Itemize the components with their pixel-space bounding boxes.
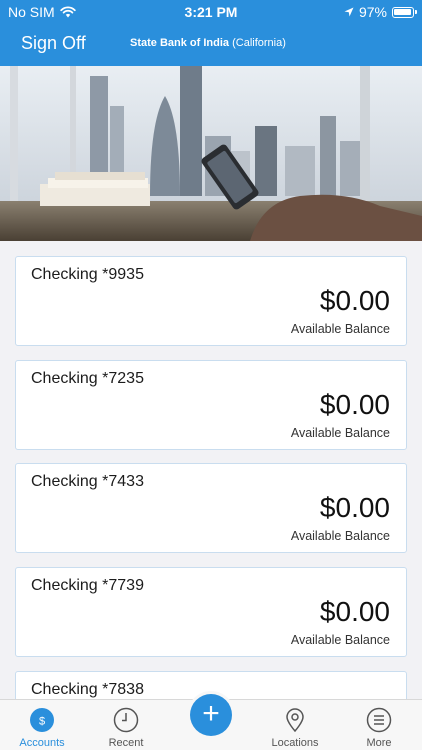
plus-icon: + — [202, 697, 220, 730]
account-card[interactable]: Checking *7739 $0.00 Available Balance — [15, 567, 407, 657]
balance-label: Available Balance — [290, 322, 390, 336]
status-right-group: 97% — [344, 4, 417, 20]
nav-bar: Sign Off State Bank of India (California… — [0, 30, 422, 60]
tab-locations[interactable]: Locations — [253, 700, 337, 750]
battery-percent: 97% — [358, 4, 387, 20]
hero-image — [0, 66, 422, 241]
account-name: Checking *9935 — [31, 266, 144, 283]
bank-region: (California) — [232, 37, 286, 49]
svg-text:$: $ — [39, 716, 45, 728]
account-name: Checking *7739 — [31, 577, 144, 594]
tab-label: More — [366, 737, 392, 749]
add-button[interactable]: + — [190, 694, 232, 736]
account-balance: $0.00 — [319, 596, 390, 627]
location-arrow-icon — [344, 7, 354, 17]
top-bar: No SIM 3:21 PM 97% Sign Off State Bank o… — [0, 0, 422, 66]
clock-icon — [113, 707, 139, 733]
account-card[interactable]: Checking *7433 $0.00 Available Balance — [15, 463, 407, 553]
battery-icon — [392, 6, 417, 18]
hero-illustration — [0, 66, 422, 241]
account-card[interactable]: Checking *9935 $0.00 Available Balance — [15, 256, 407, 346]
balance-label: Available Balance — [290, 426, 390, 440]
menu-icon — [366, 707, 392, 733]
accounts-list: Checking *9935 $0.00 Available Balance C… — [0, 241, 422, 699]
tab-label: Locations — [271, 737, 319, 749]
account-balance: $0.00 — [319, 492, 390, 523]
account-name: Checking *7235 — [31, 370, 144, 387]
bank-title: State Bank of India (California) — [130, 37, 286, 49]
account-balance: $0.00 — [319, 285, 390, 316]
location-pin-icon — [286, 708, 304, 733]
balance-label: Available Balance — [290, 529, 390, 543]
tab-accounts[interactable]: $ Accounts — [0, 700, 84, 750]
accounts-icon: $ — [30, 708, 54, 732]
account-name: Checking *7433 — [31, 473, 144, 490]
account-name: Checking *7838 — [31, 681, 144, 698]
tab-label: Accounts — [19, 737, 65, 749]
tab-more[interactable]: More — [337, 700, 421, 750]
tab-label: Recent — [108, 737, 144, 749]
status-bar: No SIM 3:21 PM 97% — [0, 0, 422, 24]
sign-off-button[interactable]: Sign Off — [21, 33, 86, 54]
account-balance: $0.00 — [319, 389, 390, 420]
account-card[interactable]: Checking *7235 $0.00 Available Balance — [15, 360, 407, 450]
tab-recent[interactable]: Recent — [84, 700, 168, 750]
bank-name: State Bank of India — [130, 37, 230, 49]
balance-label: Available Balance — [290, 633, 390, 647]
